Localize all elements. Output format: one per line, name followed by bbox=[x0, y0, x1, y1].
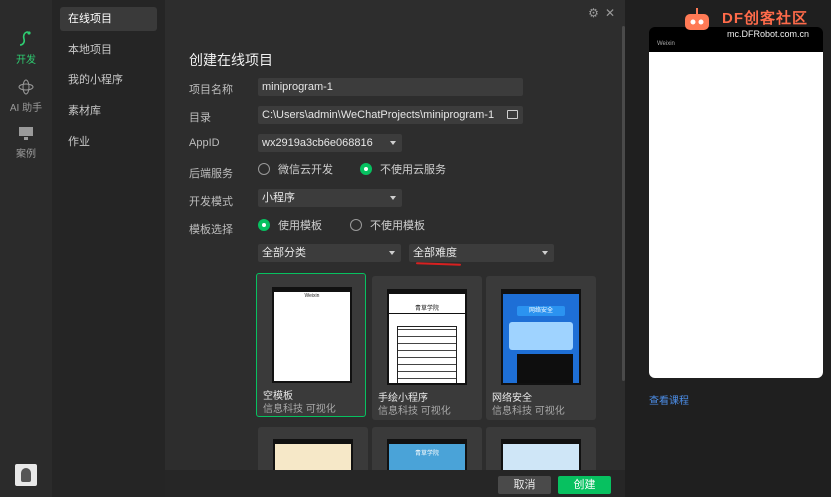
template-radio-none[interactable]: 不使用模板 bbox=[350, 219, 425, 233]
code-icon bbox=[19, 31, 31, 46]
radio-label: 不使用模板 bbox=[370, 220, 425, 232]
dialog-window-controls: ⚙ ✕ bbox=[582, 6, 615, 20]
radio-icon bbox=[258, 163, 270, 175]
difficulty-select[interactable]: 全部难度 bbox=[409, 244, 554, 262]
activity-item-label: AI 助手 bbox=[9, 103, 43, 114]
annotation-underline bbox=[415, 262, 462, 266]
radio-label: 不使用云服务 bbox=[380, 164, 446, 176]
directory-input[interactable]: C:\Users\admin\WeChatProjects\miniprogra… bbox=[258, 106, 523, 124]
dev-mode-select[interactable]: 小程序 bbox=[258, 189, 402, 207]
backend-radio-none[interactable]: 不使用云服务 bbox=[360, 163, 446, 177]
appid-value: wx2919a3cb6e068816 bbox=[262, 137, 373, 149]
watermark-brand: DF创客社区 bbox=[722, 10, 808, 27]
appid-select[interactable]: wx2919a3cb6e068816 bbox=[258, 134, 402, 152]
chevron-down-icon bbox=[390, 141, 396, 145]
template-label: 模板选择 bbox=[189, 224, 233, 236]
radio-icon bbox=[258, 219, 270, 231]
project-nav: 在线项目 本地项目 我的小程序 素材库 作业 bbox=[52, 0, 165, 497]
radio-label: 微信云开发 bbox=[278, 164, 333, 176]
close-icon[interactable]: ✕ bbox=[605, 6, 615, 20]
activity-item-ai[interactable]: AI 助手 bbox=[0, 78, 52, 114]
template-card-empty[interactable]: Weixin 空模板 信息科技 可视化 bbox=[256, 273, 366, 417]
template-radio-use[interactable]: 使用模板 bbox=[258, 219, 322, 233]
template-header: 网络安全 bbox=[517, 306, 565, 316]
monitor-icon bbox=[19, 127, 33, 140]
view-course-link[interactable]: 查看课程 bbox=[649, 392, 689, 407]
template-header: 青草学院 bbox=[389, 304, 465, 314]
project-name-input[interactable]: miniprogram-1 bbox=[258, 78, 523, 96]
activity-item-label: 开发 bbox=[16, 55, 36, 66]
dev-mode-label: 开发模式 bbox=[189, 196, 233, 208]
template-card-sketch[interactable]: 青草学院 手绘小程序 信息科技 可视化 bbox=[372, 276, 482, 420]
template-tags: 信息科技 可视化 bbox=[263, 404, 336, 415]
atom-icon bbox=[18, 79, 34, 95]
appid-label: AppID bbox=[189, 137, 220, 149]
folder-icon[interactable] bbox=[507, 110, 518, 119]
dev-mode-value: 小程序 bbox=[262, 192, 295, 204]
chevron-down-icon bbox=[389, 251, 395, 255]
template-tags: 信息科技 可视化 bbox=[378, 406, 451, 417]
difficulty-value: 全部难度 bbox=[413, 247, 457, 259]
nav-item-local-projects[interactable]: 本地项目 bbox=[60, 38, 157, 62]
cancel-button[interactable]: 取消 bbox=[498, 476, 551, 494]
radio-icon bbox=[350, 219, 362, 231]
activity-item-cases[interactable]: 案例 bbox=[0, 124, 52, 160]
chevron-down-icon bbox=[542, 251, 548, 255]
create-button[interactable]: 创建 bbox=[558, 476, 611, 494]
directory-value: C:\Users\admin\WeChatProjects\miniprogra… bbox=[262, 109, 495, 121]
template-preview: Weixin bbox=[272, 287, 352, 383]
page-title: 创建在线项目 bbox=[189, 52, 273, 68]
wechat-label: Weixin bbox=[657, 41, 675, 47]
backend-label: 后端服务 bbox=[189, 168, 233, 180]
nav-item-my-miniprograms[interactable]: 我的小程序 bbox=[60, 68, 157, 92]
robot-logo-icon bbox=[685, 8, 709, 30]
category-value: 全部分类 bbox=[262, 247, 306, 259]
template-card-security[interactable]: 网络安全 网络安全 信息科技 可视化 bbox=[486, 276, 596, 420]
preview-panel: Weixin DF创客社区 mc.DFRobot.com.cn 查看课程 bbox=[625, 0, 831, 497]
backend-radio-cloud[interactable]: 微信云开发 bbox=[258, 163, 333, 177]
directory-label: 目录 bbox=[189, 112, 211, 124]
info-box bbox=[509, 322, 573, 350]
avatar[interactable] bbox=[15, 464, 37, 486]
create-project-dialog: ⚙ ✕ 创建在线项目 项目名称 miniprogram-1 目录 C:\Users… bbox=[165, 0, 625, 497]
project-name-label: 项目名称 bbox=[189, 84, 233, 96]
gear-icon[interactable]: ⚙ bbox=[588, 6, 599, 20]
activity-item-label: 案例 bbox=[16, 149, 36, 160]
dark-panel bbox=[517, 354, 573, 383]
activity-item-develop[interactable]: 开发 bbox=[0, 30, 52, 66]
nav-item-online-projects[interactable]: 在线项目 bbox=[60, 7, 157, 31]
template-tags: 信息科技 可视化 bbox=[492, 406, 565, 417]
radio-icon bbox=[360, 163, 372, 175]
activity-bar: 开发 AI 助手 案例 bbox=[0, 0, 52, 497]
nav-item-asset-library[interactable]: 素材库 bbox=[60, 99, 157, 123]
dialog-footer bbox=[165, 470, 625, 497]
building-illustration bbox=[397, 326, 457, 383]
chevron-down-icon bbox=[390, 196, 396, 200]
radio-label: 使用模板 bbox=[278, 220, 322, 232]
simulator-screen bbox=[649, 52, 823, 378]
watermark-url: mc.DFRobot.com.cn bbox=[727, 29, 810, 39]
nav-item-homework[interactable]: 作业 bbox=[60, 130, 157, 154]
template-preview: 青草学院 bbox=[387, 289, 467, 385]
category-select[interactable]: 全部分类 bbox=[258, 244, 401, 262]
template-header: 青草学院 bbox=[414, 451, 439, 457]
template-preview: 网络安全 bbox=[501, 289, 581, 385]
